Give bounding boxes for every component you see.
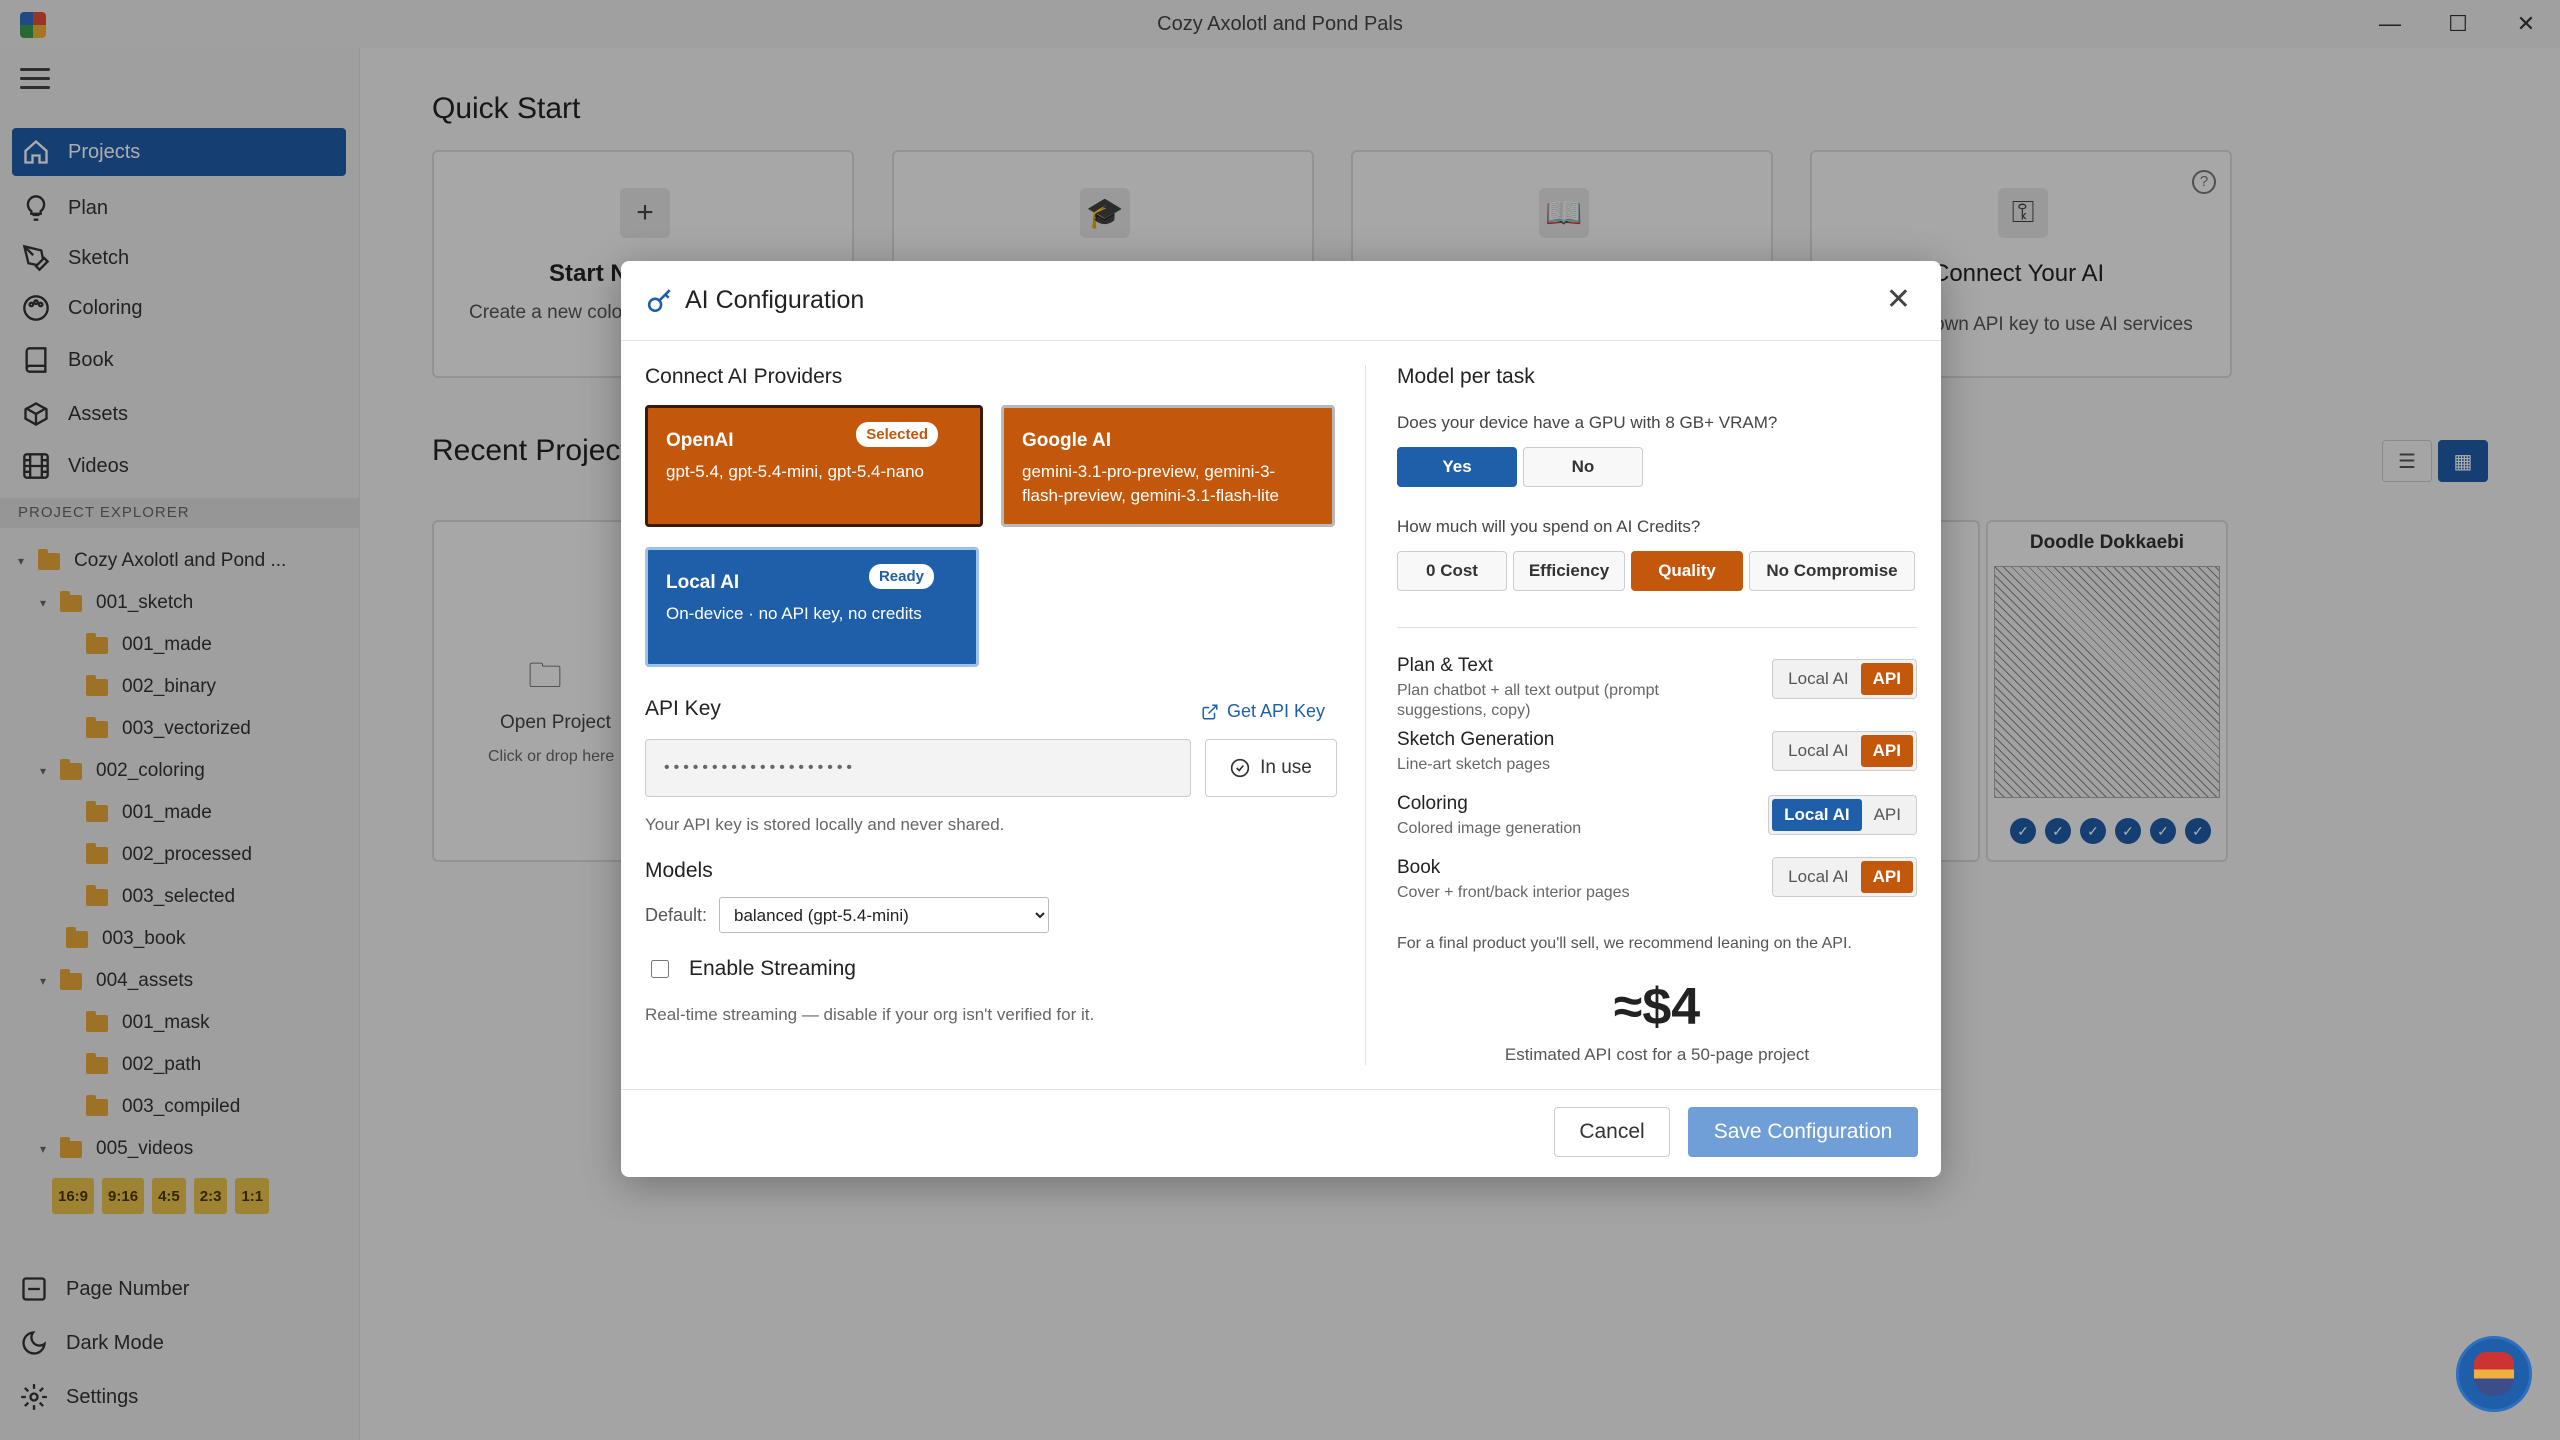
local-ai-option[interactable]: Local AI [1776, 735, 1861, 767]
spend-quality-button[interactable]: Quality [1631, 551, 1743, 591]
key-icon [647, 288, 671, 312]
external-link-icon [1202, 704, 1218, 719]
provider-card-google[interactable]: Google AI gemini-3.1-pro-preview, gemini… [1001, 405, 1335, 527]
in-use-label: In use [1260, 757, 1312, 778]
estimated-cost: ≈$4 [1613, 978, 1701, 1036]
estimated-cost-note: Estimated API cost for a 50-page project [1504, 1045, 1810, 1064]
task-desc: Line-art sketch pages [1397, 756, 1550, 773]
separator [1397, 627, 1917, 628]
task-book: Book Cover + front/back interior pages L… [1397, 857, 1917, 903]
model-per-task-column: Model per task Does your device have a G… [1397, 365, 1917, 1064]
recommendation-note: For a final product you'll sell, we reco… [1397, 935, 1852, 952]
api-option[interactable]: API [1860, 663, 1913, 695]
task-plan-text: Plan & Text Plan chatbot + all text outp… [1397, 655, 1917, 721]
gpu-no-button[interactable]: No [1523, 447, 1643, 487]
spend-0-cost-button[interactable]: 0 Cost [1397, 551, 1507, 591]
save-configuration-button[interactable]: Save Configuration [1688, 1107, 1918, 1157]
provider-card-openai[interactable]: OpenAI gpt-5.4, gpt-5.4-mini, gpt-5.4-na… [645, 405, 983, 527]
streaming-note: Real-time streaming — disable if your or… [645, 1005, 1095, 1024]
gpu-question: Does your device have a GPU with 8 GB+ V… [1397, 413, 1778, 432]
dialog-title: AI Configuration [685, 286, 865, 314]
selected-badge: Selected [856, 422, 938, 447]
task-coloring: Coloring Colored image generation Local … [1397, 793, 1917, 839]
task-desc: Cover + front/back interior pages [1397, 884, 1630, 901]
column-divider [1365, 365, 1366, 1065]
api-key-label: API Key [645, 697, 721, 720]
streaming-checkbox[interactable] [651, 960, 669, 978]
local-ai-option[interactable]: Local AI [1776, 663, 1861, 695]
default-model-label: Default: [645, 905, 708, 925]
provider-card-local[interactable]: Local AI On-device · no API key, no cred… [645, 547, 979, 667]
ai-configuration-dialog: AI Configuration ✕ Connect AI Providers … [621, 261, 1941, 1177]
api-option[interactable]: API [1860, 735, 1913, 767]
spend-efficiency-button[interactable]: Efficiency [1513, 551, 1625, 591]
task-mode-toggle: Local AI API [1772, 659, 1917, 699]
check-circle-icon [1230, 758, 1250, 778]
task-mode-toggle: Local AI API [1772, 731, 1917, 771]
api-key-input[interactable] [645, 739, 1191, 797]
providers-heading: Connect AI Providers [645, 365, 843, 388]
provider-models: On-device · no API key, no credits [666, 604, 922, 623]
spend-segment: 0 Cost Efficiency Quality No Compromise [1397, 551, 1915, 591]
gpu-segment: Yes No [1397, 447, 1643, 487]
dialog-footer-divider [621, 1089, 1941, 1090]
api-option[interactable]: API [1860, 861, 1913, 893]
model-per-task-heading: Model per task [1397, 365, 1535, 388]
close-dialog-button[interactable]: ✕ [1886, 285, 1911, 315]
mascot-icon [2474, 1352, 2514, 1396]
api-option[interactable]: API [1862, 799, 1913, 831]
get-api-key-label: Get API Key [1226, 701, 1325, 721]
in-use-button[interactable]: In use [1205, 739, 1337, 797]
provider-name: Google AI [1022, 430, 1112, 451]
providers-column: Connect AI Providers OpenAI gpt-5.4, gpt… [645, 365, 1337, 1024]
local-ai-option[interactable]: Local AI [1772, 799, 1862, 831]
spend-question: How much will you spend on AI Credits? [1397, 517, 1701, 536]
provider-models: gemini-3.1-pro-preview, gemini-3-flash-p… [1022, 462, 1279, 505]
get-api-key-link[interactable]: Get API Key [1201, 701, 1325, 722]
provider-models: gpt-5.4, gpt-5.4-mini, gpt-5.4-nano [666, 462, 924, 481]
streaming-label: Enable Streaming [689, 957, 856, 980]
cancel-button[interactable]: Cancel [1554, 1107, 1670, 1157]
ready-badge: Ready [868, 564, 934, 589]
api-key-note: Your API key is stored locally and never… [645, 815, 1005, 834]
task-mode-toggle: Local AI API [1772, 857, 1917, 897]
spend-no-compromise-button[interactable]: No Compromise [1749, 551, 1915, 591]
task-mode-toggle: Local AI API [1768, 795, 1917, 835]
models-label: Models [645, 859, 713, 882]
gpu-yes-button[interactable]: Yes [1397, 447, 1517, 487]
task-desc: Colored image generation [1397, 820, 1582, 837]
streaming-row: Enable Streaming [645, 957, 856, 981]
local-ai-option[interactable]: Local AI [1776, 861, 1861, 893]
assistant-fab-button[interactable] [2456, 1336, 2532, 1412]
default-model-select[interactable]: balanced (gpt-5.4-mini) [719, 897, 1049, 933]
dialog-header: AI Configuration [621, 261, 1941, 341]
task-sketch-generation: Sketch Generation Line-art sketch pages … [1397, 729, 1917, 775]
task-desc: Plan chatbot + all text output (prompt s… [1397, 682, 1659, 719]
